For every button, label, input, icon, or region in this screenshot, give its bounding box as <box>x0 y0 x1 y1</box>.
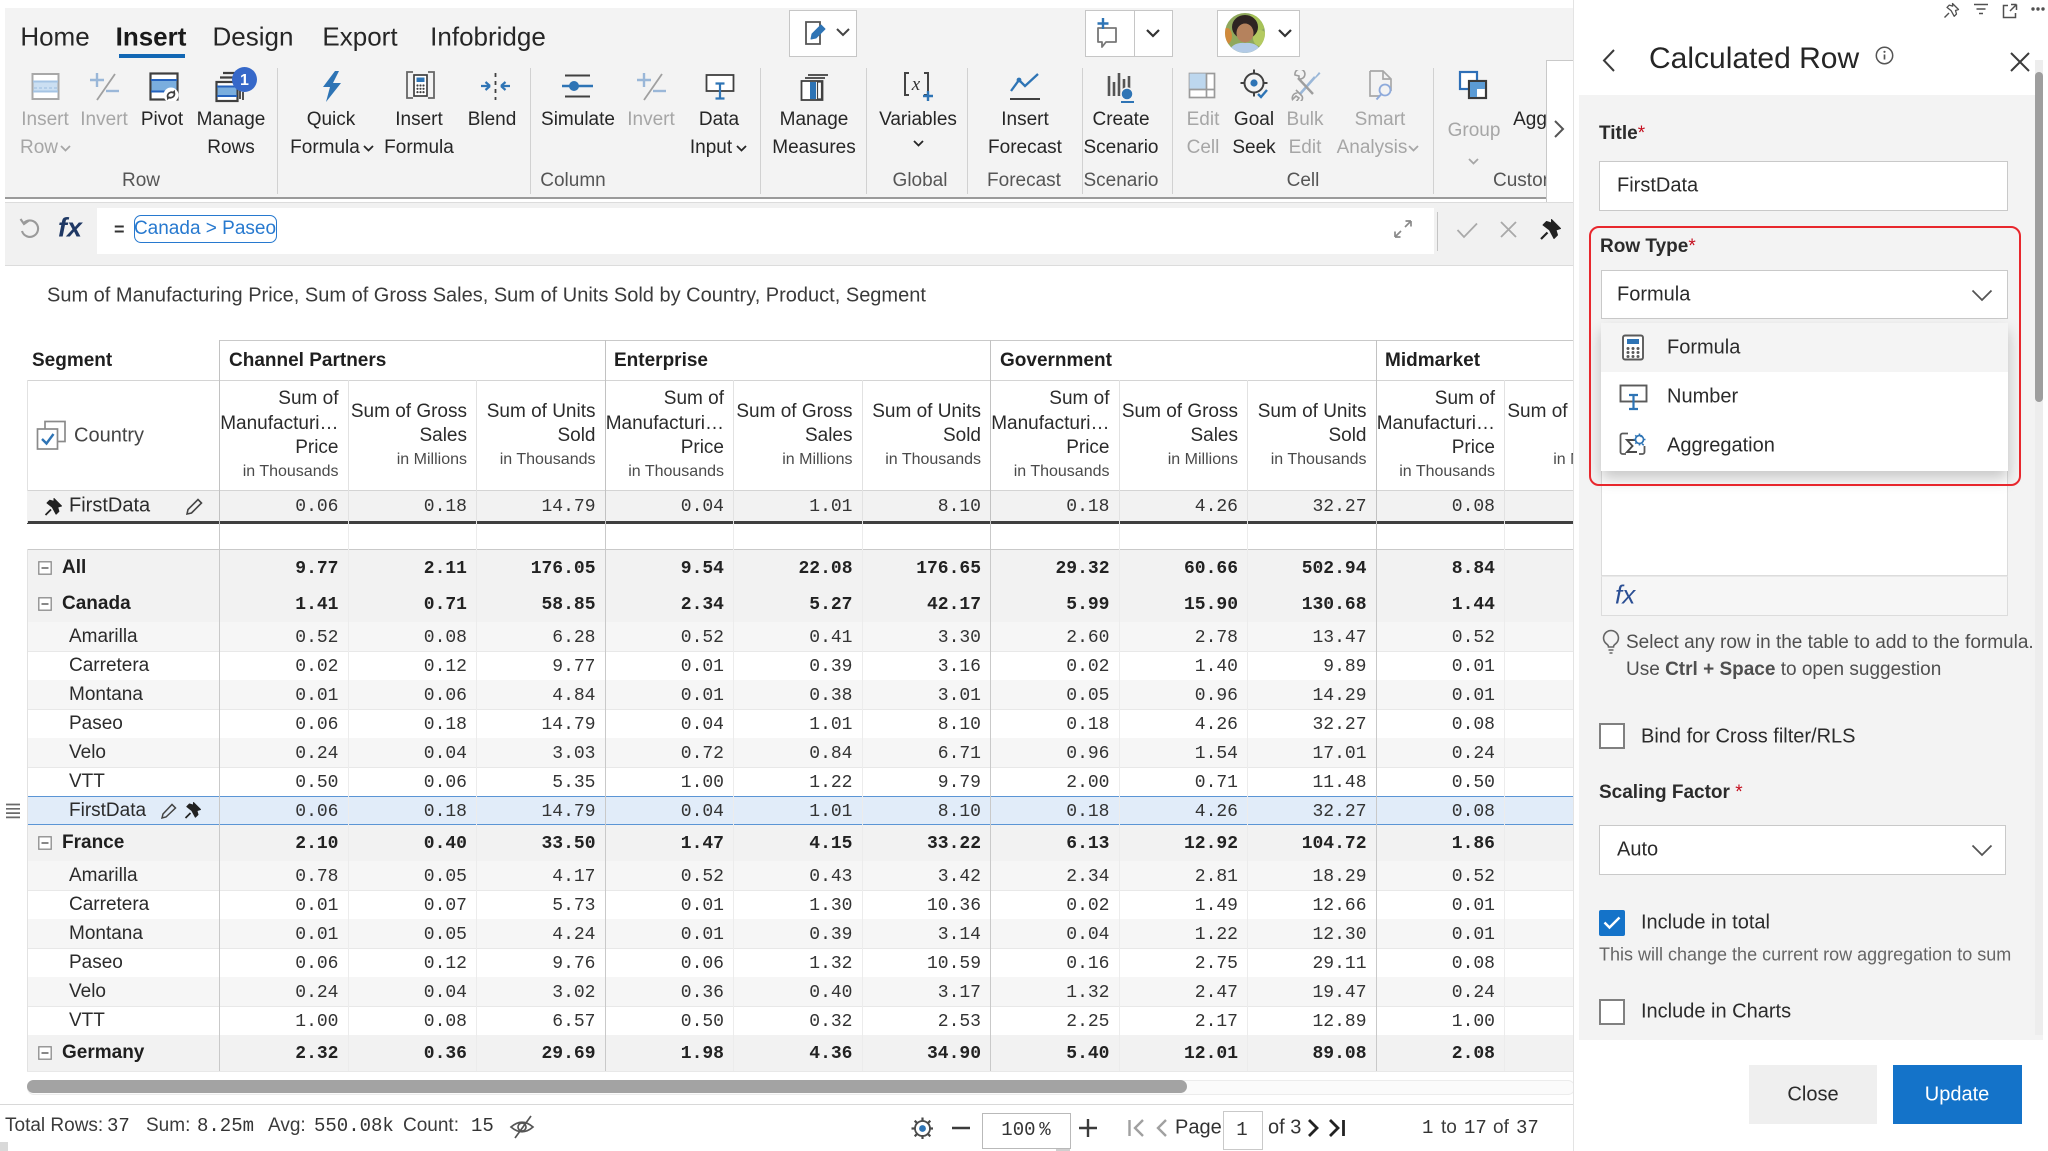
svg-text:1: 1 <box>240 72 249 89</box>
svg-text:x: x <box>911 74 921 95</box>
